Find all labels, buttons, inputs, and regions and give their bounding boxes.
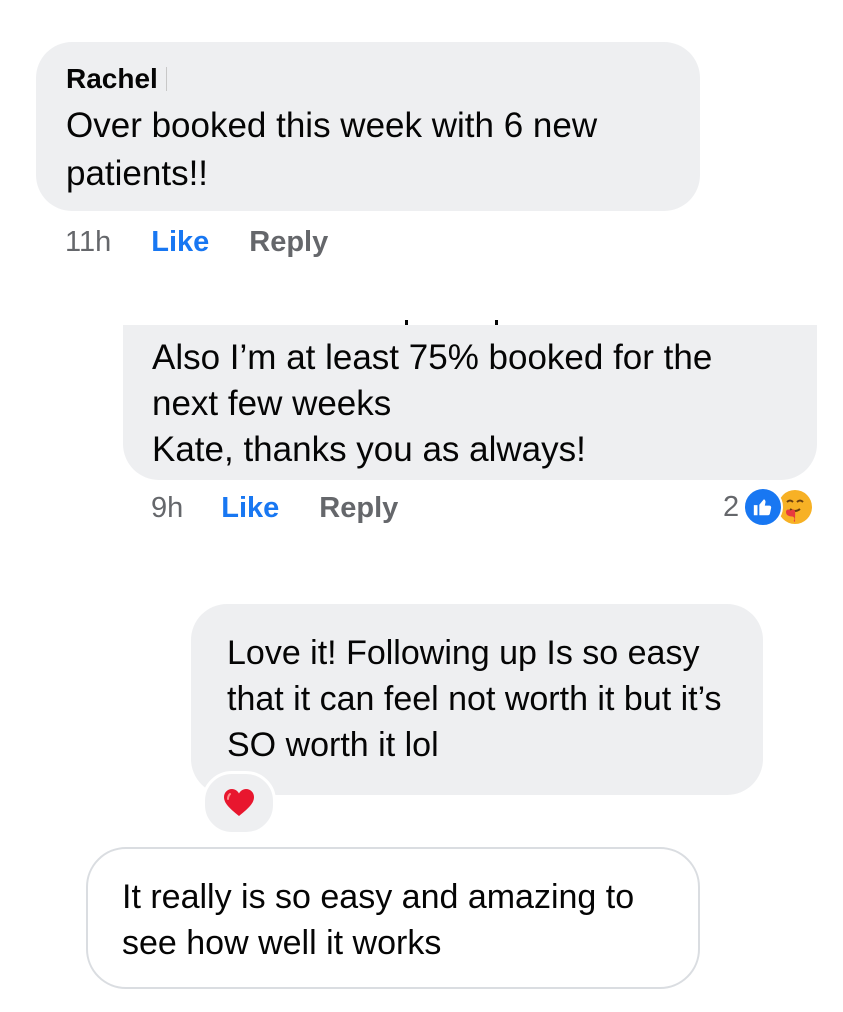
comment-text: Over booked this week with 6 new patient… xyxy=(66,106,598,193)
comment-draft-text[interactable]: It really is so easy and amazing to see … xyxy=(122,874,664,966)
comment-timestamp[interactable]: 9h xyxy=(151,491,183,525)
reaction-badge[interactable] xyxy=(202,771,276,835)
comment-bubble-reply: Also I’m at least 75% booked for the nex… xyxy=(123,325,817,480)
comment-bubble-reply-nested: Love it! Following up Is so easy that it… xyxy=(191,604,763,795)
comment-text-line: next few weeks xyxy=(152,384,392,423)
reaction-count: 2 xyxy=(723,490,740,523)
comment-author-row: Rachel xyxy=(66,62,670,96)
heart-icon xyxy=(224,789,254,816)
comment-author[interactable]: Rachel xyxy=(66,62,158,96)
text-cursor xyxy=(165,67,167,91)
comment-actions: 11h Like Reply xyxy=(65,225,328,259)
like-button[interactable]: Like xyxy=(151,225,209,259)
comment-text: Love it! Following up Is so easy that it… xyxy=(227,634,722,764)
like-icon xyxy=(743,487,784,527)
comment-draft-input[interactable]: It really is so easy and amazing to see … xyxy=(86,847,700,989)
reply-button[interactable]: Reply xyxy=(249,225,328,259)
comment-bubble-rachel: Rachel Over booked this week with 6 new … xyxy=(36,42,700,211)
comment-actions: 9h Like Reply xyxy=(151,491,398,525)
like-button[interactable]: Like xyxy=(221,491,279,525)
reaction-summary[interactable]: 2 xyxy=(723,487,816,527)
reply-button[interactable]: Reply xyxy=(319,491,398,525)
comment-text-line: Also I’m at least 75% booked for the xyxy=(152,338,713,377)
comment-timestamp[interactable]: 11h xyxy=(65,225,111,259)
comment-text-line: Kate, thanks you as always! xyxy=(152,430,586,469)
